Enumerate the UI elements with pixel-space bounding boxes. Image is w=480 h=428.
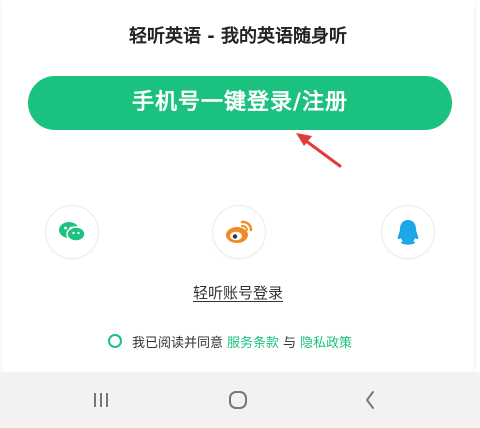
terms-link[interactable]: 服务条款 — [227, 332, 279, 351]
home-button[interactable] — [223, 386, 253, 414]
weibo-icon — [226, 220, 253, 243]
back-button[interactable] — [355, 386, 385, 414]
back-icon — [366, 391, 374, 409]
privacy-link[interactable]: 隐私政策 — [300, 332, 352, 351]
agreement-prefix: 我已阅读并同意 — [132, 335, 224, 351]
red-arrow-annotation — [296, 133, 342, 168]
login-sheet: 轻听英语 - 我的英语随身听 手机号一键登录/注册 轻听账号登录 我已阅读并同意… — [2, 0, 474, 375]
account-login-link-wrapper: 轻听账号登录 — [2, 282, 474, 303]
qq-icon — [397, 220, 419, 245]
account-login-link[interactable]: 轻听账号登录 — [193, 284, 283, 302]
wechat-login-button[interactable] — [46, 206, 98, 258]
page-title: 轻听英语 - 我的英语随身听 — [128, 26, 347, 47]
wechat-icon — [59, 222, 86, 242]
recents-button[interactable] — [86, 386, 116, 414]
system-nav-bar — [0, 372, 480, 428]
home-icon — [229, 391, 247, 409]
weibo-login-button[interactable] — [213, 206, 265, 258]
recents-icon — [94, 393, 108, 407]
qq-login-button[interactable] — [382, 206, 434, 258]
phone-login-button[interactable]: 手机号一键登录/注册 — [28, 76, 452, 130]
agreement-row: 我已阅读并同意 服务条款 与 隐私政策 — [108, 330, 356, 352]
agreement-and: 与 — [283, 335, 297, 351]
agreement-radio[interactable] — [108, 334, 122, 348]
